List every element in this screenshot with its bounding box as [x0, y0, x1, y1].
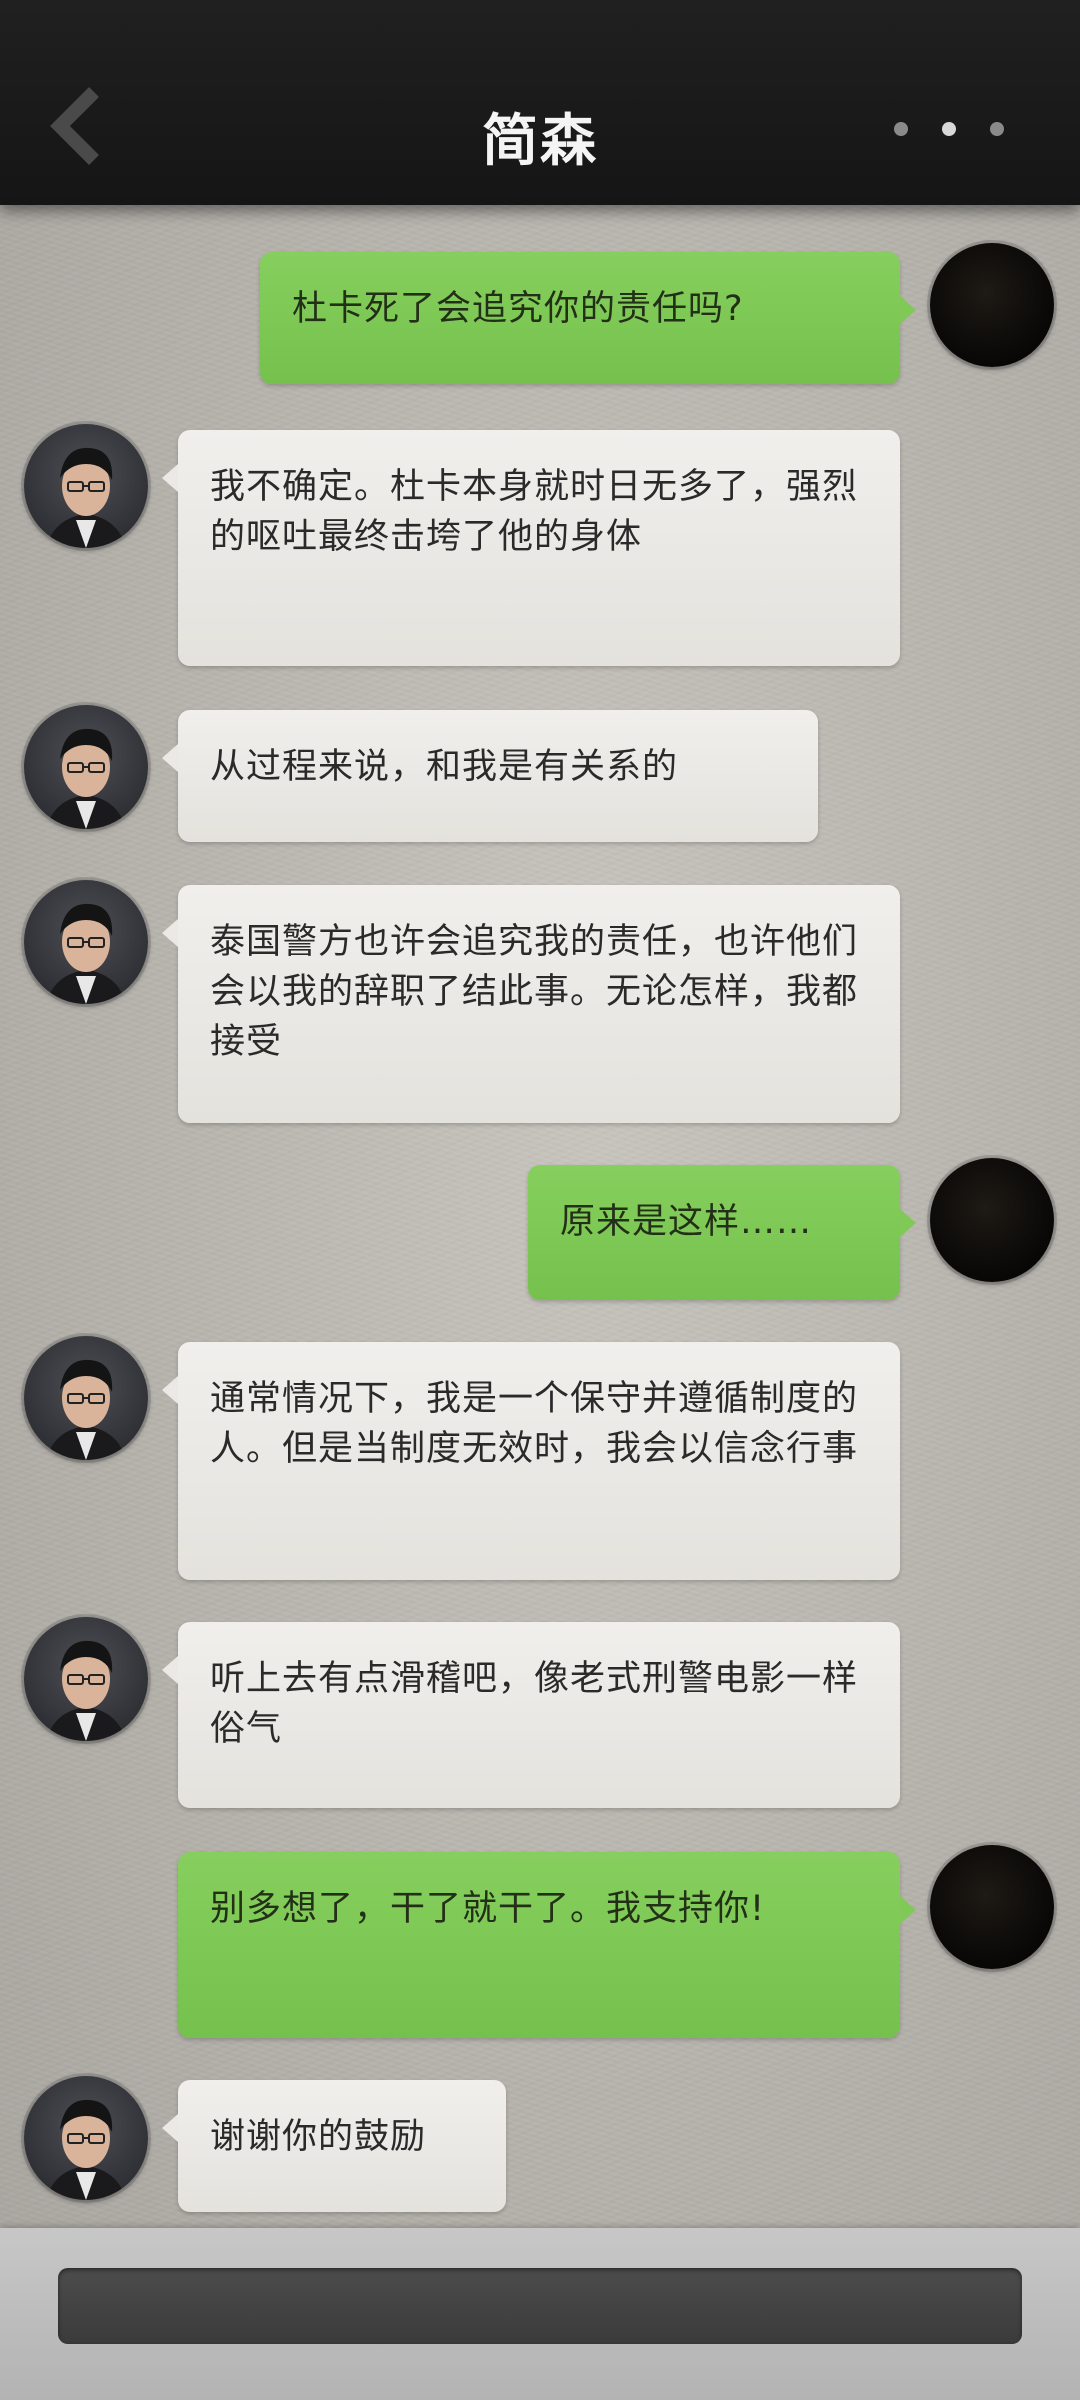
message-bubble[interactable]: 听上去有点滑稽吧，像老式刑警电影一样俗气: [162, 1622, 900, 1808]
jensen-portrait-icon: [46, 903, 126, 1004]
message-bubble[interactable]: 从过程来说，和我是有关系的: [162, 710, 818, 842]
message-bubble[interactable]: 别多想了，干了就干了。我支持你!: [178, 1852, 916, 2038]
input-bar: [0, 2228, 1080, 2400]
jensen-portrait-icon: [46, 447, 126, 548]
more-button[interactable]: [894, 117, 1004, 141]
message-bubble[interactable]: 泰国警方也许会追究我的责任，也许他们会以我的辞职了结此事。无论怎样，我都接受: [162, 885, 900, 1123]
jensen-avatar[interactable]: [24, 1617, 148, 1741]
message-bubble[interactable]: 杜卡死了会追究你的责任吗?: [260, 252, 916, 384]
top-bar: 简森: [0, 0, 1080, 205]
message-bubble[interactable]: 原来是这样……: [528, 1165, 916, 1300]
message-bubble[interactable]: 通常情况下，我是一个保守并遵循制度的人。但是当制度无效时，我会以信念行事: [162, 1342, 900, 1580]
jensen-avatar[interactable]: [24, 2076, 148, 2200]
more-dots-icon: [990, 122, 1004, 136]
jensen-portrait-icon: [46, 2099, 126, 2200]
message-bubble[interactable]: 我不确定。杜卡本身就时日无多了，强烈的呕吐最终击垮了他的身体: [162, 430, 900, 666]
jensen-avatar[interactable]: [24, 424, 148, 548]
jensen-avatar[interactable]: [24, 705, 148, 829]
jensen-portrait-icon: [46, 1359, 126, 1460]
player-avatar[interactable]: [930, 1158, 1054, 1282]
message-input[interactable]: [58, 2268, 1022, 2344]
jensen-portrait-icon: [46, 1640, 126, 1741]
jensen-avatar[interactable]: [24, 1336, 148, 1460]
player-avatar[interactable]: [930, 243, 1054, 367]
more-dots-icon: [942, 122, 956, 136]
player-avatar[interactable]: [930, 1845, 1054, 1969]
more-dots-icon: [894, 122, 908, 136]
jensen-portrait-icon: [46, 728, 126, 829]
message-bubble[interactable]: 谢谢你的鼓励: [162, 2080, 506, 2212]
jensen-avatar[interactable]: [24, 880, 148, 1004]
